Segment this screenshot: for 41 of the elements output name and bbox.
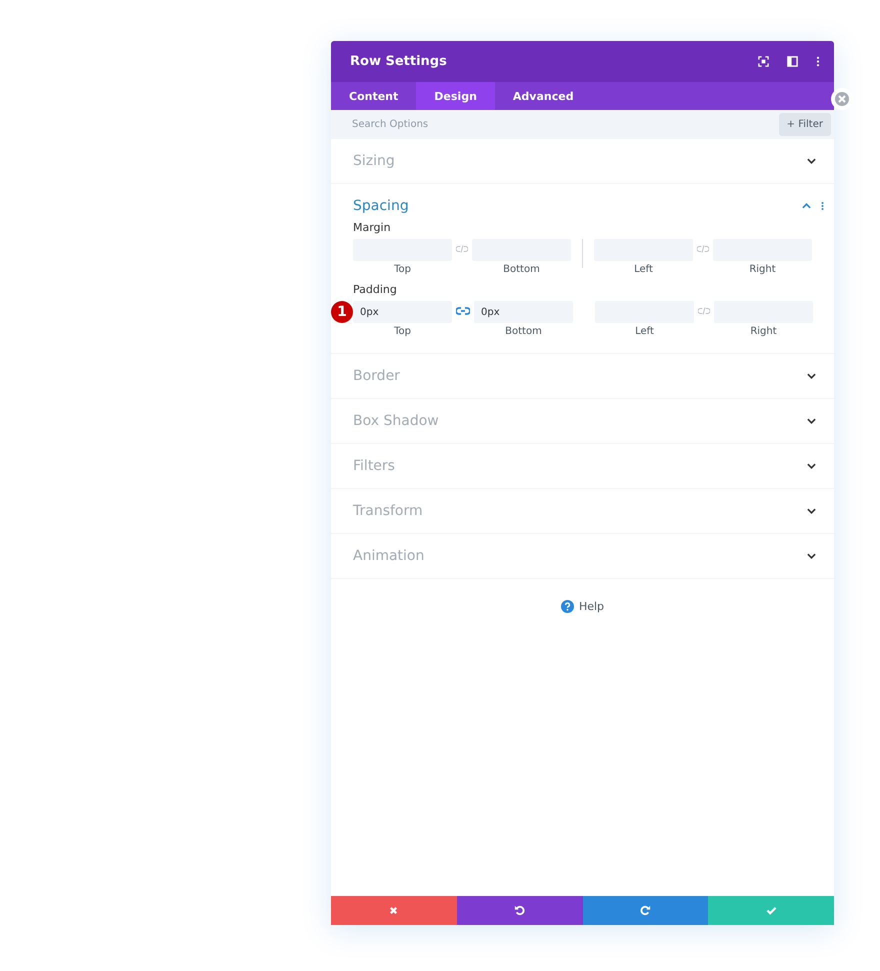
field-caption: Left: [635, 326, 654, 337]
field-caption: Bottom: [503, 264, 540, 275]
link-icon[interactable]: [456, 244, 468, 254]
chevron-down-icon[interactable]: [807, 463, 816, 469]
field-caption: Top: [394, 326, 411, 337]
tab[interactable]: Content: [331, 82, 416, 110]
search-field[interactable]: Search Options: [331, 118, 554, 131]
check-icon: [766, 906, 777, 915]
filter-button[interactable]: + Filter: [778, 113, 831, 136]
field-caption: Left: [634, 264, 653, 275]
chevron-down-icon[interactable]: [807, 553, 816, 559]
close-icon: [389, 906, 398, 915]
more-icon[interactable]: [821, 201, 824, 211]
chevron-up-icon[interactable]: [802, 203, 811, 209]
field-caption: Right: [750, 326, 777, 337]
chevron-down-icon[interactable]: [807, 508, 816, 514]
chevron-down-icon[interactable]: [807, 158, 816, 164]
chevron-down-icon[interactable]: [807, 373, 816, 379]
link-icon[interactable]: [456, 306, 470, 316]
columns-icon[interactable]: [787, 56, 798, 67]
redo-icon: [640, 905, 651, 916]
input-field[interactable]: 0px: [474, 301, 573, 323]
chevron-down-icon[interactable]: [807, 418, 816, 424]
section-title[interactable]: Spacing: [353, 198, 409, 214]
field-label: Padding: [353, 283, 398, 296]
link-icon[interactable]: [697, 244, 709, 254]
tab[interactable]: Advanced: [494, 82, 592, 110]
undo-icon: [514, 905, 526, 916]
focus-icon[interactable]: [758, 56, 769, 67]
field-label: Margin: [353, 221, 392, 234]
link-icon[interactable]: [698, 306, 710, 316]
tab[interactable]: Design: [416, 82, 495, 110]
field-caption: Top: [394, 264, 411, 275]
window-title: Row Settings: [350, 54, 447, 69]
input-field[interactable]: 0px: [353, 301, 452, 323]
more-icon[interactable]: [816, 56, 820, 67]
field-caption: Bottom: [505, 326, 542, 337]
help-link[interactable]: Help: [560, 600, 604, 613]
step-badge: 1: [331, 301, 353, 323]
field-caption: Right: [749, 264, 776, 275]
help-icon: [560, 600, 574, 613]
